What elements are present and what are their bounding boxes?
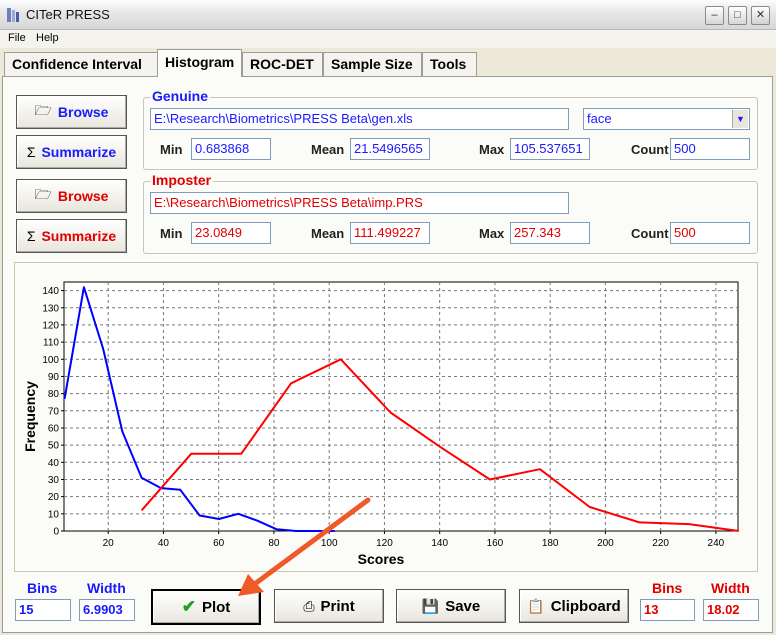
genuine-bins-label: Bins — [27, 580, 58, 596]
genuine-browse-label: Browse — [57, 104, 109, 120]
x-tick-label: 240 — [708, 538, 725, 549]
genuine-group-label: Genuine — [150, 88, 211, 104]
annotation-arrow — [238, 497, 371, 596]
clipboard-button[interactable]: 📋 Clipboard — [519, 589, 629, 623]
menu-file[interactable]: File — [8, 32, 26, 44]
y-tick-label: 80 — [48, 389, 60, 400]
x-tick-label: 180 — [542, 538, 559, 549]
folder-icon: 🗁 — [34, 102, 52, 118]
y-tick-label: 130 — [42, 303, 59, 314]
genuine-min-label: Min — [160, 142, 183, 157]
y-tick-label: 110 — [43, 338, 59, 349]
y-tick-label: 30 — [48, 475, 60, 486]
imposter-mean-field[interactable]: 111.499227 — [350, 222, 430, 244]
menu-bar — [0, 30, 776, 48]
x-tick-label: 200 — [597, 538, 614, 549]
genuine-max-label: Max — [479, 142, 505, 157]
genuine-count-field[interactable]: 500 — [670, 138, 750, 160]
y-tick-label: 100 — [42, 355, 59, 366]
x-tick-label: 40 — [158, 538, 170, 549]
plot-area — [63, 281, 739, 532]
x-tick-label: 60 — [213, 538, 225, 549]
histogram-chart: 0 10 20 30 40 50 60 70 80 90 100 110 120 130 140 20 40 60… — [22, 281, 739, 567]
x-tick-label: 140 — [431, 538, 448, 549]
title-bar — [0, 0, 776, 30]
imposter-summarize-button[interactable]: Σ Summarize — [16, 219, 127, 253]
checkmark-icon: ✔ — [181, 597, 196, 616]
imposter-width-label: Width — [711, 580, 750, 596]
y-tick-label: 140 — [42, 286, 59, 297]
y-tick-label: 40 — [48, 458, 60, 469]
maximize-button[interactable]: □ — [728, 6, 747, 25]
x-tick-label: 220 — [652, 538, 669, 549]
floppy-disk-icon: 💾 — [421, 597, 440, 614]
genuine-mean-label: Mean — [311, 142, 345, 157]
y-tick-label: 20 — [48, 492, 60, 503]
modality-select[interactable]: face ▼ — [583, 108, 750, 130]
app-icon — [7, 8, 19, 22]
imposter-width-field[interactable]: 18.02 — [703, 599, 759, 621]
genuine-max-field[interactable]: 105.537651 — [510, 138, 590, 160]
close-button[interactable]: ✕ — [751, 6, 770, 25]
chevron-down-icon[interactable]: ▼ — [732, 110, 748, 128]
sigma-icon: Σ — [26, 228, 36, 244]
imposter-bins-field[interactable]: 13 — [640, 599, 695, 621]
imposter-group-label: Imposter — [150, 172, 214, 188]
imposter-min-label: Min — [160, 226, 183, 241]
minimize-button[interactable]: – — [705, 6, 724, 25]
tab-tools[interactable]: Tools — [422, 52, 477, 76]
y-tick-label: 10 — [48, 509, 60, 520]
window-title: CITeR PRESS — [26, 7, 110, 22]
y-tick-label: 120 — [42, 320, 59, 331]
y-tick-label: 90 — [48, 372, 60, 383]
imposter-browse-label: Browse — [57, 188, 109, 204]
menu-help[interactable]: Help — [36, 32, 59, 44]
save-label: Save — [445, 597, 481, 615]
genuine-min-field[interactable]: 0.683868 — [191, 138, 271, 160]
y-tick-label: 0 — [53, 527, 59, 538]
genuine-bins-field[interactable]: 15 — [15, 599, 71, 621]
genuine-mean-field[interactable]: 21.5496565 — [350, 138, 430, 160]
imposter-count-field[interactable]: 500 — [670, 222, 750, 244]
x-tick-label: 160 — [487, 538, 504, 549]
tab-sample-size[interactable]: Sample Size — [323, 52, 422, 76]
imposter-summarize-label: Summarize — [41, 228, 117, 244]
imposter-min-field[interactable]: 23.0849 — [191, 222, 271, 244]
y-tick-label: 50 — [48, 441, 60, 452]
y-tick-label: 70 — [48, 406, 60, 417]
folder-icon: 🗁 — [34, 186, 52, 202]
y-axis-label: Frequency — [22, 381, 38, 452]
x-tick-label: 20 — [103, 538, 115, 549]
genuine-browse-button[interactable]: 🗁 Browse — [16, 95, 127, 129]
imposter-bins-label: Bins — [652, 580, 683, 596]
imposter-mean-label: Mean — [311, 226, 345, 241]
genuine-width-field[interactable]: 6.9903 — [79, 599, 135, 621]
save-button[interactable]: 💾 Save — [396, 589, 506, 623]
genuine-path-field[interactable]: E:\Research\Biometrics\PRESS Beta\gen.xl… — [150, 108, 569, 130]
imposter-browse-button[interactable]: 🗁 Browse — [16, 179, 127, 213]
genuine-count-label: Count — [631, 142, 669, 157]
modality-value: face — [587, 111, 612, 126]
plot-label: Plot — [201, 598, 231, 616]
imposter-count-label: Count — [631, 226, 669, 241]
tab-roc-det[interactable]: ROC-DET — [242, 52, 323, 76]
genuine-summarize-button[interactable]: Σ Summarize — [16, 135, 127, 169]
imposter-max-field[interactable]: 257.343 — [510, 222, 590, 244]
tab-confidence-interval[interactable]: Confidence Interval — [4, 52, 158, 76]
tab-histogram[interactable]: Histogram — [157, 49, 242, 77]
clipboard-label: Clipboard — [550, 597, 621, 615]
sigma-icon: Σ — [26, 144, 36, 160]
clipboard-icon: 📋 — [527, 597, 545, 614]
y-tick-label: 60 — [48, 423, 60, 434]
imposter-max-label: Max — [479, 226, 505, 241]
genuine-summarize-label: Summarize — [41, 144, 117, 160]
genuine-width-label: Width — [87, 580, 126, 596]
imposter-path-field[interactable]: E:\Research\Biometrics\PRESS Beta\imp.PR… — [150, 192, 569, 214]
